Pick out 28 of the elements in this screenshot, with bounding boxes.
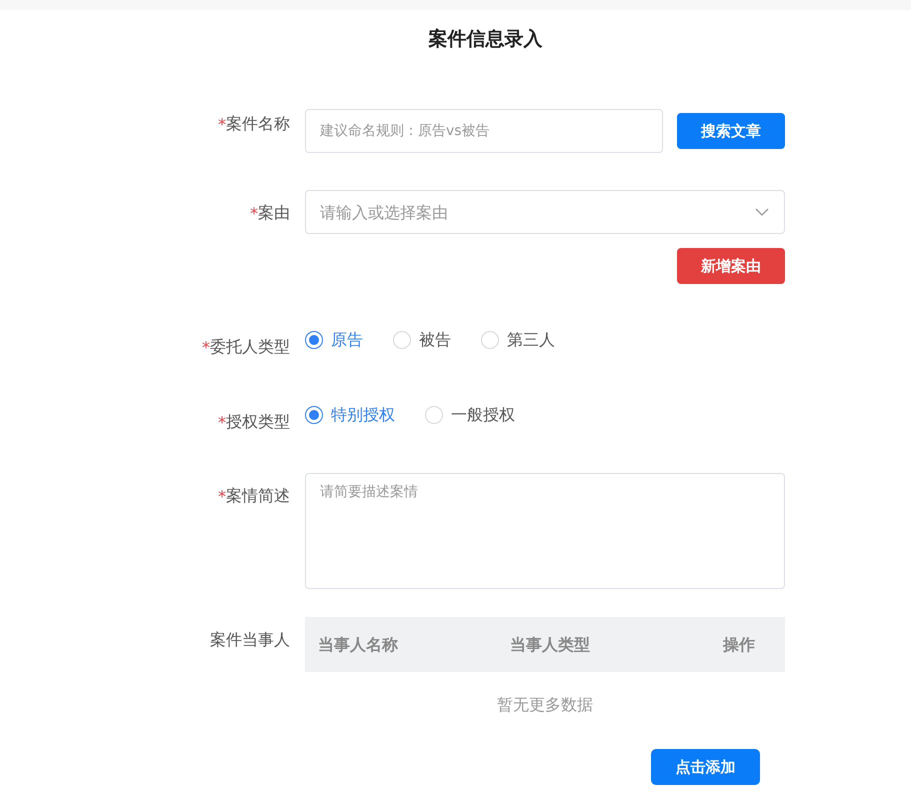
text-area[interactable]: 请简要描述案情 [305,473,785,589]
add-button[interactable]: 点击添加 [651,749,760,785]
required-mark: * [250,203,258,225]
field-label: 案件当事人 [210,629,290,651]
radio-option[interactable]: 特别授权 [305,403,395,427]
text-field[interactable]: 建议命名规则：原告vs被告 [305,109,663,153]
required-mark: * [218,486,226,508]
column-header: 当事人类型 [510,634,591,656]
select-field[interactable]: 请输入或选择案由 [305,190,785,234]
radio-option[interactable]: 被告 [393,328,451,352]
chevron-down-icon [755,208,769,216]
column-header: 操作 [722,634,756,656]
required-mark: * [202,337,210,359]
field-label: 案件名称 [226,113,290,135]
required-mark: * [218,412,226,434]
empty-message: 暂无更多数据 [497,694,593,716]
required-mark: * [218,114,226,136]
search-button[interactable]: 搜索文章 [677,113,785,149]
add-cause-button[interactable]: 新增案由 [677,248,785,284]
field-label: 委托人类型 [210,336,290,358]
page-title: 案件信息录入 [428,27,544,52]
field-label: 案由 [258,202,290,224]
field-label: 授权类型 [226,411,290,433]
radio-option[interactable]: 原告 [305,328,363,352]
radio-option[interactable]: 第三人 [481,328,555,352]
radio-option[interactable]: 一般授权 [425,403,515,427]
column-header: 当事人名称 [318,634,399,656]
field-label: 案情简述 [226,485,290,507]
